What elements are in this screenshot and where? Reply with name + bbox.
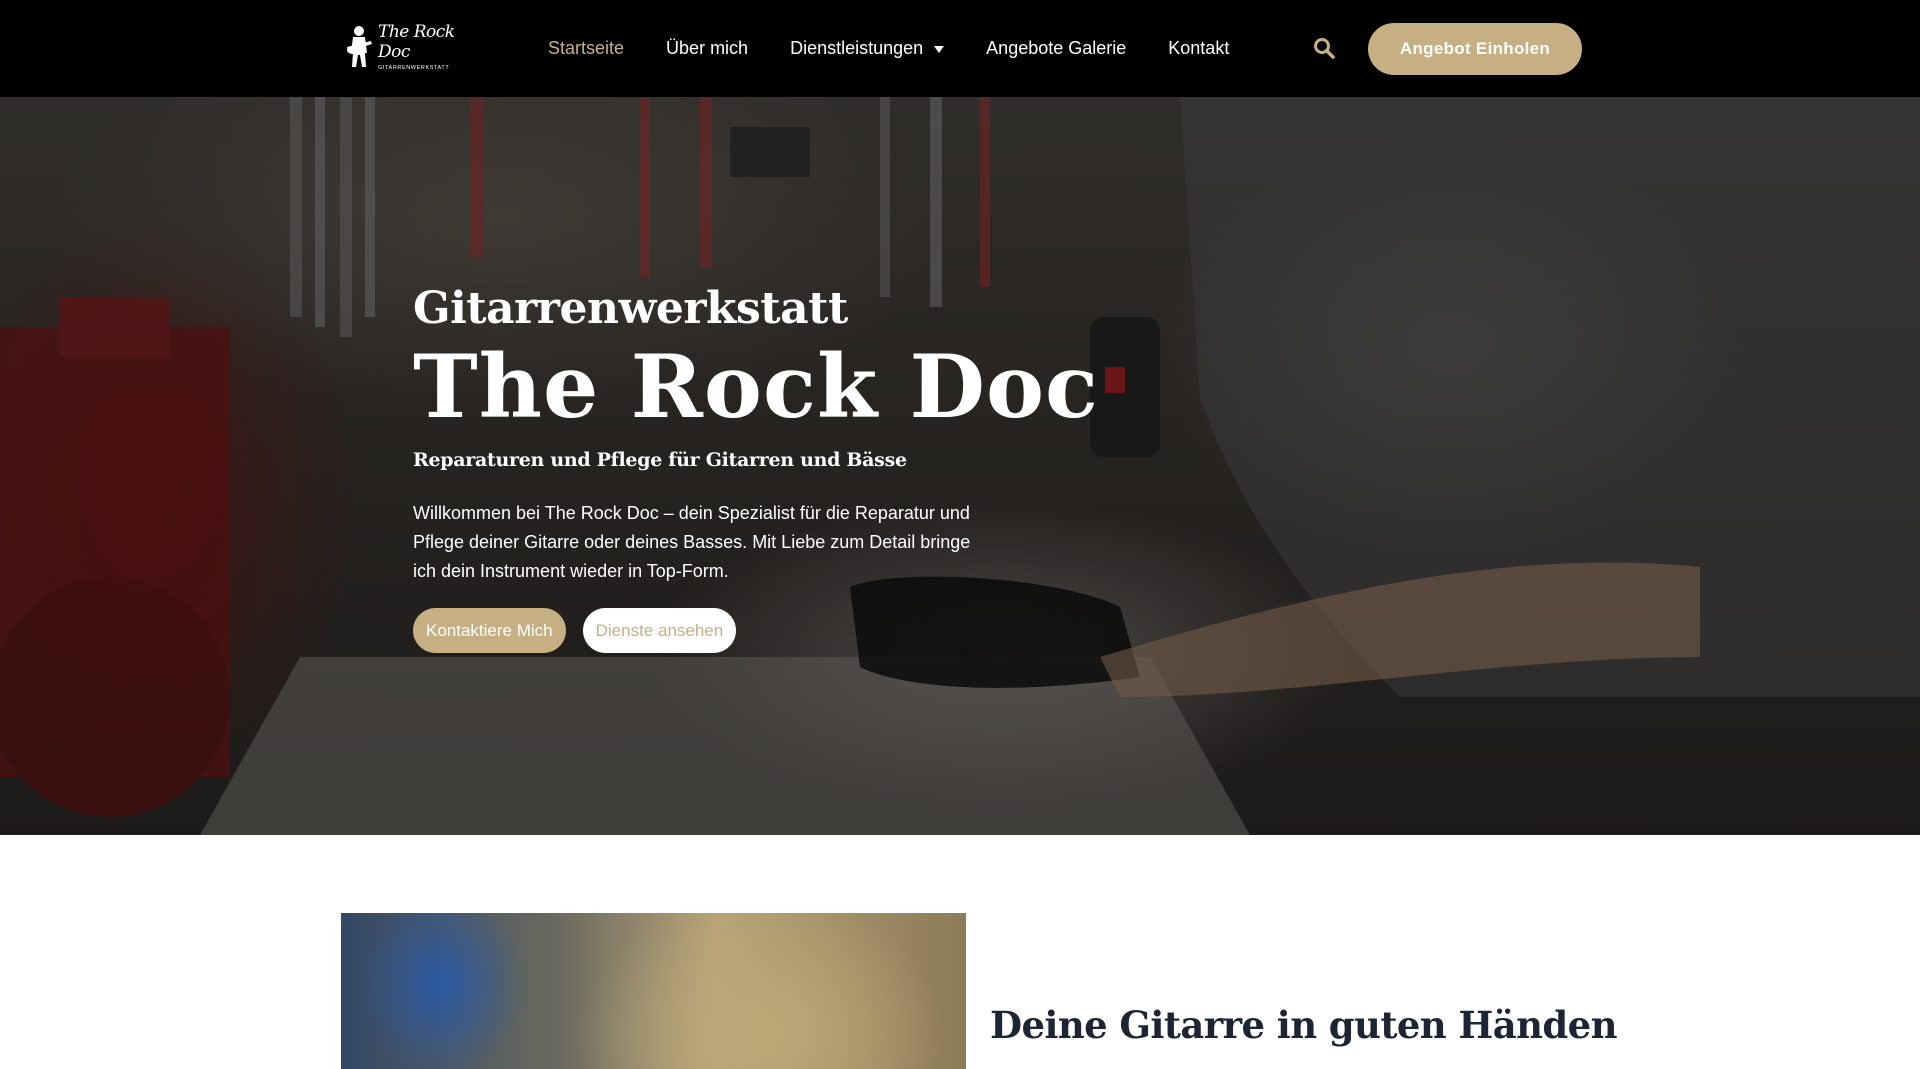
view-services-button[interactable]: Dienste ansehen (582, 608, 737, 653)
nav-item-angebote-galerie[interactable]: Angebote Galerie (986, 38, 1126, 59)
hero-description: Willkommen bei The Rock Doc – dein Spezi… (413, 503, 971, 581)
nav-item-kontakt[interactable]: Kontakt (1168, 38, 1229, 59)
hero-kicker: Gitarrenwerkstatt (413, 283, 848, 334)
logo-subtitle: GITARRENWERKSTATT (378, 64, 450, 71)
chevron-down-icon (934, 46, 945, 53)
nav-item-startseite[interactable]: Startseite (548, 38, 624, 59)
section-image (341, 913, 966, 1069)
get-quote-button[interactable]: Angebot Einholen (1368, 23, 1582, 75)
hero-title: The Rock Doc (413, 335, 1099, 438)
hero-subtitle: Reparaturen und Pflege für Gitarren und … (413, 449, 907, 471)
contact-me-button[interactable]: Kontaktiere Mich (413, 608, 566, 653)
site-header: The Rock Doc GITARRENWERKSTATT Startseit… (0, 0, 1920, 97)
search-icon[interactable] (1313, 37, 1335, 59)
logo[interactable]: The Rock Doc GITARRENWERKSTATT (344, 21, 470, 71)
hero-content: Gitarrenwerkstatt The Rock Doc Reparatur… (413, 283, 1099, 653)
hero-buttons: Kontaktiere Mich Dienste ansehen (413, 608, 1033, 653)
nav-item-ueber-mich[interactable]: Über mich (666, 38, 748, 59)
logo-title: The Rock Doc (378, 21, 455, 62)
section-title: Deine Gitarre in guten Händen (990, 1003, 1618, 1047)
nav-item-dienstleistungen[interactable]: Dienstleistungen (790, 38, 945, 59)
nav-item-dienstleistungen-label: Dienstleistungen (790, 38, 924, 58)
main-navigation: Startseite Über mich Dienstleistungen An… (548, 0, 1271, 97)
guitarist-logo-icon (344, 23, 374, 69)
hero-section: Gitarrenwerkstatt The Rock Doc Reparatur… (0, 97, 1920, 835)
